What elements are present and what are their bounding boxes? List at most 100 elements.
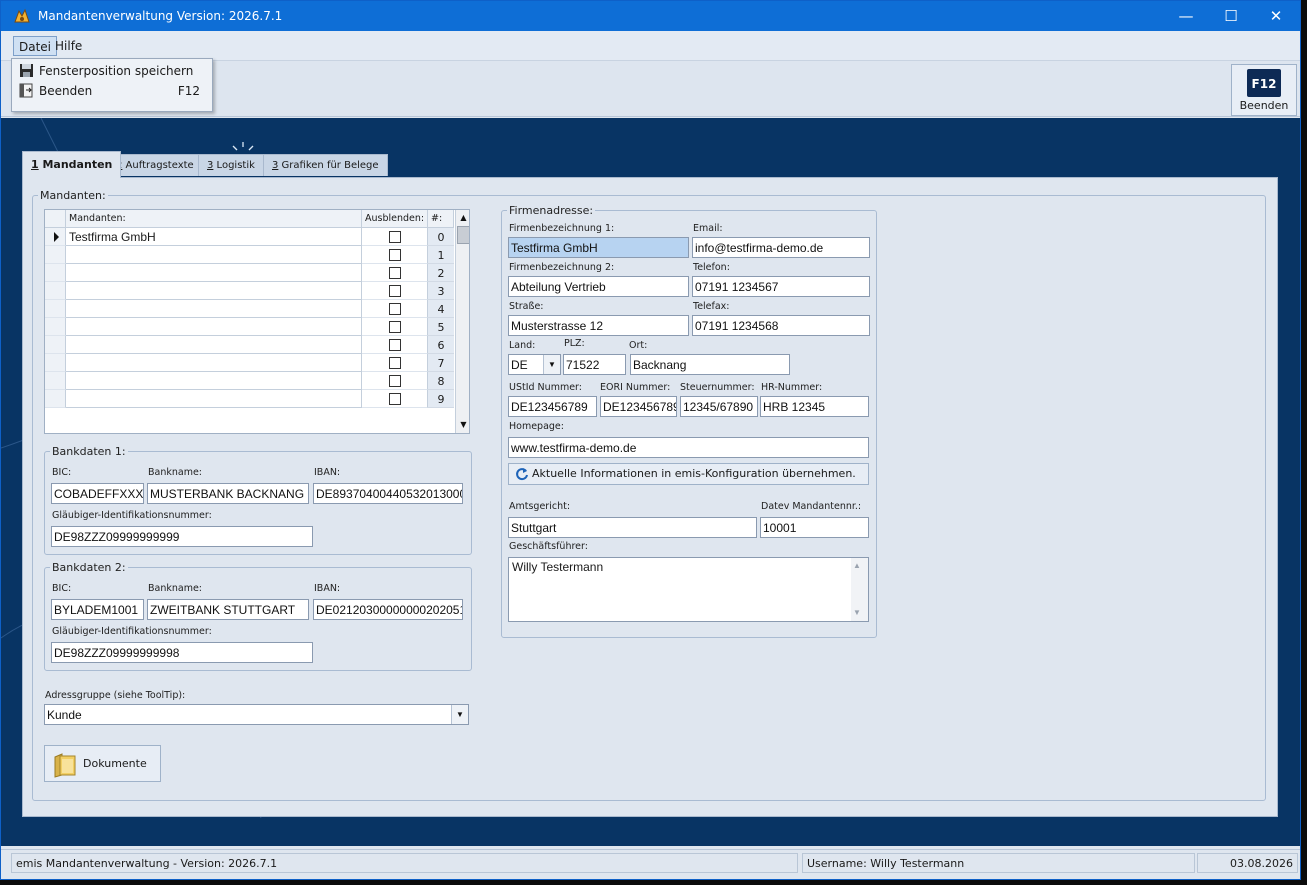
apply-config-button[interactable]: Aktuelle Informationen in emis-Konfigura… — [508, 463, 869, 485]
ausblenden-checkbox[interactable] — [389, 375, 401, 387]
row-indicator[interactable] — [45, 282, 66, 300]
table-row[interactable]: 2 — [45, 264, 454, 282]
table-row[interactable]: 7 — [45, 354, 454, 372]
email-field[interactable]: info@testfirma-demo.de — [692, 237, 870, 258]
tab-mandanten-key: 1 — [31, 158, 39, 171]
hr-nummer-field[interactable]: HRB 12345 — [760, 396, 869, 417]
row-indicator[interactable] — [45, 372, 66, 390]
ausblenden-checkbox[interactable] — [389, 249, 401, 261]
scroll-up-icon[interactable]: ▲ — [853, 561, 861, 570]
exit-button[interactable]: F12 Beenden — [1231, 64, 1297, 116]
row-indicator[interactable] — [45, 228, 66, 246]
bank1-iban-field[interactable]: DE89370400440532013000 — [313, 483, 463, 504]
title-bar[interactable]: Mandantenverwaltung Version: 2026.7.1 — … — [1, 1, 1300, 31]
table-scrollbar[interactable]: ▲ ▼ — [455, 210, 469, 433]
ausblenden-checkbox[interactable] — [389, 267, 401, 279]
mandant-name-cell[interactable] — [66, 264, 362, 282]
tab-grafiken[interactable]: 3 Grafiken für Belege — [263, 154, 388, 176]
table-row[interactable]: 1 — [45, 246, 454, 264]
mandant-name-cell[interactable] — [66, 336, 362, 354]
menu-item-beenden[interactable]: Beenden F12 — [14, 81, 210, 101]
scroll-thumb[interactable] — [457, 226, 469, 244]
ausblenden-checkbox[interactable] — [389, 231, 401, 243]
row-indicator[interactable] — [45, 354, 66, 372]
close-button[interactable]: ✕ — [1253, 1, 1299, 31]
bankdaten1-group-label: Bankdaten 1: — [50, 445, 128, 458]
table-row[interactable]: Testfirma GmbH 0 — [45, 228, 454, 246]
bank2-iban-field[interactable]: DE02120300000000202051 — [313, 599, 463, 620]
menu-hilfe[interactable]: Hilfe — [50, 36, 87, 56]
mandant-name-cell[interactable] — [66, 354, 362, 372]
mandant-name-cell[interactable] — [66, 300, 362, 318]
ort-label: Ort: — [629, 340, 648, 351]
scroll-down-icon[interactable]: ▼ — [456, 417, 469, 432]
ustid-field[interactable]: DE123456789 — [508, 396, 597, 417]
chevron-down-icon[interactable]: ▼ — [451, 705, 468, 724]
ausblenden-checkbox[interactable] — [389, 303, 401, 315]
ausblenden-checkbox[interactable] — [389, 393, 401, 405]
plz-field[interactable]: 71522 — [563, 354, 626, 375]
datei-dropdown-menu: Fensterposition speichern Beenden F12 — [11, 58, 213, 112]
mandant-name-cell[interactable] — [66, 318, 362, 336]
eori-field[interactable]: DE1234567890 — [600, 396, 677, 417]
homepage-field[interactable]: www.testfirma-demo.de — [508, 437, 869, 458]
geschaeftsfuehrer-field[interactable]: Willy Testermann ▲ ▼ — [508, 557, 869, 622]
bank1-bic-field[interactable]: COBADEFFXXX — [51, 483, 144, 504]
ausblenden-checkbox[interactable] — [389, 339, 401, 351]
maximize-button[interactable]: ☐ — [1208, 1, 1254, 31]
row-indicator[interactable] — [45, 264, 66, 282]
mandanten-table[interactable]: Mandanten: Ausblenden: #: Testfirma GmbH… — [44, 209, 470, 434]
table-row[interactable]: 6 — [45, 336, 454, 354]
table-row[interactable]: 3 — [45, 282, 454, 300]
bank2-glaeubiger-field[interactable]: DE98ZZZ09999999998 — [51, 642, 313, 663]
tab-logistik[interactable]: 3 Logistik — [198, 154, 264, 176]
row-indicator[interactable] — [45, 246, 66, 264]
strasse-field[interactable]: Musterstrasse 12 — [508, 315, 689, 336]
memo-scrollbar[interactable]: ▲ ▼ — [851, 558, 868, 621]
bank2-bic-field[interactable]: BYLADEM1001 — [51, 599, 144, 620]
tab-mandanten[interactable]: 1 Mandanten — [22, 151, 122, 178]
scroll-down-icon[interactable]: ▼ — [853, 608, 861, 617]
row-indicator[interactable] — [45, 300, 66, 318]
mandant-name-cell[interactable] — [66, 372, 362, 390]
firmenbezeichnung2-field[interactable]: Abteilung Vertrieb — [508, 276, 689, 297]
telefax-field[interactable]: 07191 1234568 — [692, 315, 870, 336]
menu-item-fensterposition[interactable]: Fensterposition speichern — [14, 61, 210, 81]
row-indicator[interactable] — [45, 390, 66, 408]
ausblenden-checkbox[interactable] — [389, 357, 401, 369]
amtsgericht-field[interactable]: Stuttgart — [508, 517, 757, 538]
ausblenden-checkbox[interactable] — [389, 321, 401, 333]
firmenbezeichnung1-field[interactable]: Testfirma GmbH — [508, 237, 689, 258]
minimize-button[interactable]: — — [1163, 1, 1209, 31]
mandant-name-cell[interactable] — [66, 282, 362, 300]
row-indicator[interactable] — [45, 318, 66, 336]
telefon-field[interactable]: 07191 1234567 — [692, 276, 870, 297]
row-indicator[interactable] — [45, 336, 66, 354]
mandant-name-cell[interactable]: Testfirma GmbH — [66, 228, 362, 246]
steuernummer-field[interactable]: 12345/67890 — [680, 396, 758, 417]
mandant-name-cell[interactable] — [66, 246, 362, 264]
column-header-mandanten[interactable]: Mandanten: — [66, 210, 362, 228]
documents-button[interactable]: Dokumente — [44, 745, 161, 782]
mandant-number-cell: 7 — [428, 354, 454, 372]
bank1-bankname-field[interactable]: MUSTERBANK BACKNANG — [147, 483, 309, 504]
bank1-bic-label: BIC: — [52, 467, 72, 478]
ausblenden-checkbox[interactable] — [389, 285, 401, 297]
datev-field[interactable]: 10001 — [760, 517, 869, 538]
status-app-version: emis Mandantenverwaltung - Version: 2026… — [11, 853, 798, 873]
mandant-name-cell[interactable] — [66, 390, 362, 408]
column-header-ausblenden[interactable]: Ausblenden: — [362, 210, 428, 228]
table-row[interactable]: 4 — [45, 300, 454, 318]
table-row[interactable]: 8 — [45, 372, 454, 390]
bank1-glaeubiger-field[interactable]: DE98ZZZ09999999999 — [51, 526, 313, 547]
column-header-nummer[interactable]: #: — [428, 210, 454, 228]
scroll-up-icon[interactable]: ▲ — [456, 210, 469, 225]
chevron-down-icon[interactable]: ▼ — [543, 355, 560, 374]
adressgruppe-select[interactable]: Kunde ▼ — [44, 704, 469, 725]
status-bar: emis Mandantenverwaltung - Version: 2026… — [1, 849, 1300, 876]
table-row[interactable]: 9 — [45, 390, 454, 408]
bank2-bankname-field[interactable]: ZWEITBANK STUTTGART — [147, 599, 309, 620]
table-row[interactable]: 5 — [45, 318, 454, 336]
land-select[interactable]: DE ▼ — [508, 354, 561, 375]
ort-field[interactable]: Backnang — [630, 354, 790, 375]
